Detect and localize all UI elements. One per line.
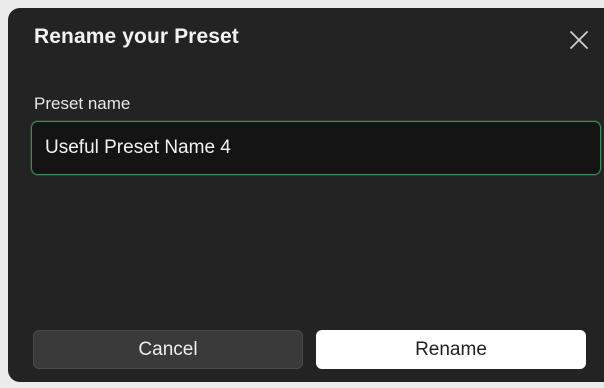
- preset-name-label: Preset name: [34, 94, 131, 113]
- preset-name-input[interactable]: [31, 121, 601, 175]
- close-button[interactable]: [568, 29, 590, 51]
- rename-button[interactable]: Rename: [316, 330, 586, 369]
- close-icon: [570, 31, 588, 49]
- cancel-button[interactable]: Cancel: [33, 330, 303, 369]
- dialog-title: Rename your Preset: [34, 25, 239, 48]
- rename-preset-dialog: Rename your Preset Preset name Cancel Re…: [8, 8, 604, 382]
